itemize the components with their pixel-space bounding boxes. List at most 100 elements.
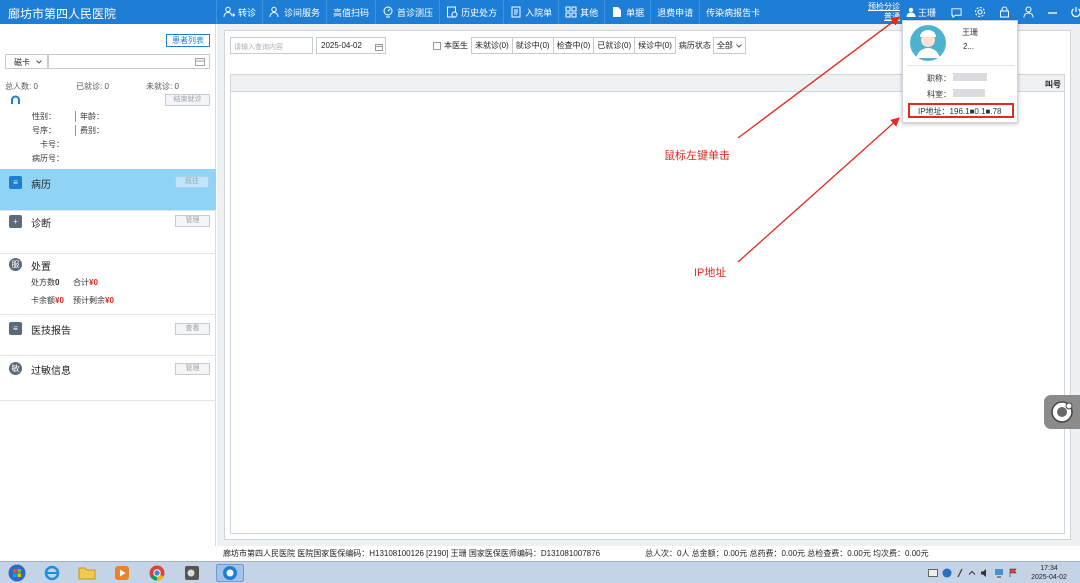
normal-link[interactable]: 普通 (864, 12, 900, 22)
lab-report-icon: ≡ (9, 322, 22, 335)
taskbar-his-app[interactable] (216, 564, 244, 582)
taskbar-explorer[interactable] (73, 564, 101, 582)
status-right: 总人次：0人 总金额：0.00元 总药费：0.00元 总检查费：0.00元 均次… (645, 549, 929, 558)
pen-icon[interactable] (956, 568, 964, 578)
network-icon[interactable] (994, 568, 1004, 578)
account-button[interactable] (1016, 0, 1040, 24)
taskbar: 17:34 2025-04-02 (0, 561, 1080, 583)
nav-refund[interactable]: 退费申请 (650, 0, 699, 24)
history-prescription-icon (447, 6, 458, 18)
manage-diagnosis-button[interactable]: 管理 (175, 215, 210, 227)
header-links: 预检分诊 普通 (864, 2, 900, 22)
redacted-title (953, 73, 987, 81)
section-title: 病历 (31, 180, 51, 191)
card-reader-icon[interactable] (195, 58, 205, 66)
nav-admission[interactable]: 入院单 (503, 0, 558, 24)
taskbar-app[interactable] (178, 564, 206, 582)
patient-list-button[interactable]: 患者列表 (166, 34, 210, 47)
allergy-icon: 敏 (9, 362, 22, 375)
taskbar-chrome[interactable] (143, 564, 171, 582)
patient-avatar-icon (11, 95, 20, 104)
his-app-icon (223, 566, 237, 580)
user-name: 王珊 (918, 7, 937, 18)
filter-seen[interactable]: 已就诊(0) (593, 37, 636, 54)
filter-in-exam[interactable]: 检查中(0) (552, 37, 595, 54)
section-title: 过敏信息 (31, 366, 71, 377)
section-disposal: 服 处置 处方数0 合计¥0 卡余额¥0 预计剩余¥0 (0, 254, 216, 315)
windows-start-icon (8, 564, 26, 582)
diagnosis-icon: + (9, 215, 22, 228)
nav-other[interactable]: 其他 (558, 0, 604, 24)
stat-total: 总人数: 0 (5, 82, 38, 91)
taskbar-clock[interactable]: 17:34 2025-04-02 (1022, 564, 1076, 582)
nav-label: 其他 (580, 7, 599, 18)
lock-icon (999, 6, 1009, 18)
search-input[interactable]: 请输入查询内容 (230, 37, 313, 54)
annotation-ip-label: IP地址 (694, 267, 727, 279)
view-report-button[interactable]: 查看 (175, 323, 210, 335)
status-left: 廊坊市第四人民医院 医院国家医保编码：H13108100126 [2190] 王… (223, 549, 601, 558)
media-player-icon (115, 566, 129, 580)
nav-blood-pressure[interactable]: 首诊测压 (375, 0, 439, 24)
estimated-remaining: 预计剩余¥0 (73, 295, 114, 306)
tray-expand-icon[interactable] (968, 569, 976, 577)
doctor-avatar (910, 25, 946, 61)
floating-assistant-button[interactable] (1044, 395, 1080, 429)
blood-pressure-icon (383, 6, 393, 18)
flag-icon[interactable] (1008, 568, 1018, 578)
rx-count-value: 0 (55, 278, 60, 287)
nav-documents[interactable]: 单据 (604, 0, 650, 24)
nav-label: 转诊 (238, 7, 257, 18)
gender-label: 性别： (32, 112, 56, 121)
power-button[interactable] (1064, 0, 1080, 24)
card-number-input[interactable] (48, 54, 210, 69)
popup-user-name: 王珊 (962, 28, 978, 37)
redacted-dept (953, 89, 985, 97)
popup-user-id: 2... (963, 42, 975, 51)
nav-transfer[interactable]: 转诊 (216, 0, 262, 24)
stat-seen: 已就诊: 0 (76, 82, 109, 91)
minimize-button[interactable] (1040, 0, 1064, 24)
chat-icon (950, 7, 962, 18)
calendar-icon (375, 44, 383, 51)
date-value: 2025-04-02 (321, 41, 362, 50)
nav-label: 单据 (626, 7, 645, 18)
nav-label: 传染病报告卡 (706, 7, 761, 18)
record-no-label: 病历号： (32, 154, 64, 163)
disposal-icon: 服 (9, 258, 22, 271)
taskbar-ie[interactable] (38, 564, 66, 582)
popup-title-label: 职称： (927, 74, 951, 83)
manage-allergy-button[interactable]: 管理 (175, 363, 210, 375)
help-icon[interactable] (942, 568, 952, 578)
volume-icon[interactable] (980, 568, 990, 578)
nav-label: 高值扫码 (333, 7, 370, 18)
status-bar: 廊坊市第四人民医院 医院国家医保编码：H13108100126 [2190] 王… (217, 546, 1080, 561)
clock-date: 2025-04-02 (1031, 574, 1067, 581)
nav-high-value-scan[interactable]: 高值扫码 (326, 0, 375, 24)
section-lab-report: ≡ 医技报告 查看 (0, 315, 216, 356)
keyboard-icon[interactable] (928, 569, 938, 577)
grid-call-header: 叫号 (1045, 80, 1061, 89)
nav-clinic-service[interactable]: 诊间服务 (262, 0, 326, 24)
nav-label: 入院单 (525, 7, 553, 18)
card-type-select[interactable]: 磁卡 (5, 54, 48, 69)
card-balance-label: 卡余额 (31, 296, 55, 305)
date-picker[interactable]: 2025-04-02 (316, 37, 386, 54)
nav-infectious-report[interactable]: 传染病报告卡 (699, 0, 766, 24)
end-visit-button[interactable]: 结束就诊 (165, 94, 210, 106)
rx-total-value: ¥0 (89, 278, 98, 287)
taskbar-media[interactable] (108, 564, 136, 582)
record-status-select[interactable]: 全部 (712, 37, 746, 54)
start-button[interactable] (3, 564, 31, 582)
nav-history-prescription[interactable]: 历史处方 (439, 0, 503, 24)
admission-form-icon (511, 6, 521, 18)
history-button[interactable]: 既往 (175, 176, 209, 188)
filter-in-visit[interactable]: 就诊中(0) (511, 37, 554, 54)
triage-link[interactable]: 预检分诊 (864, 2, 900, 12)
popup-dept-label: 科室： (927, 90, 951, 99)
annotation-click-label: 鼠标左键单击 (664, 150, 730, 162)
filter-not-seen[interactable]: 未就诊(0) (471, 37, 513, 54)
filter-waiting[interactable]: 候诊中(0) (634, 37, 676, 54)
section-medical-record[interactable]: ≡ 病历 既往 (0, 169, 216, 211)
my-doctor-checkbox[interactable] (433, 41, 441, 50)
